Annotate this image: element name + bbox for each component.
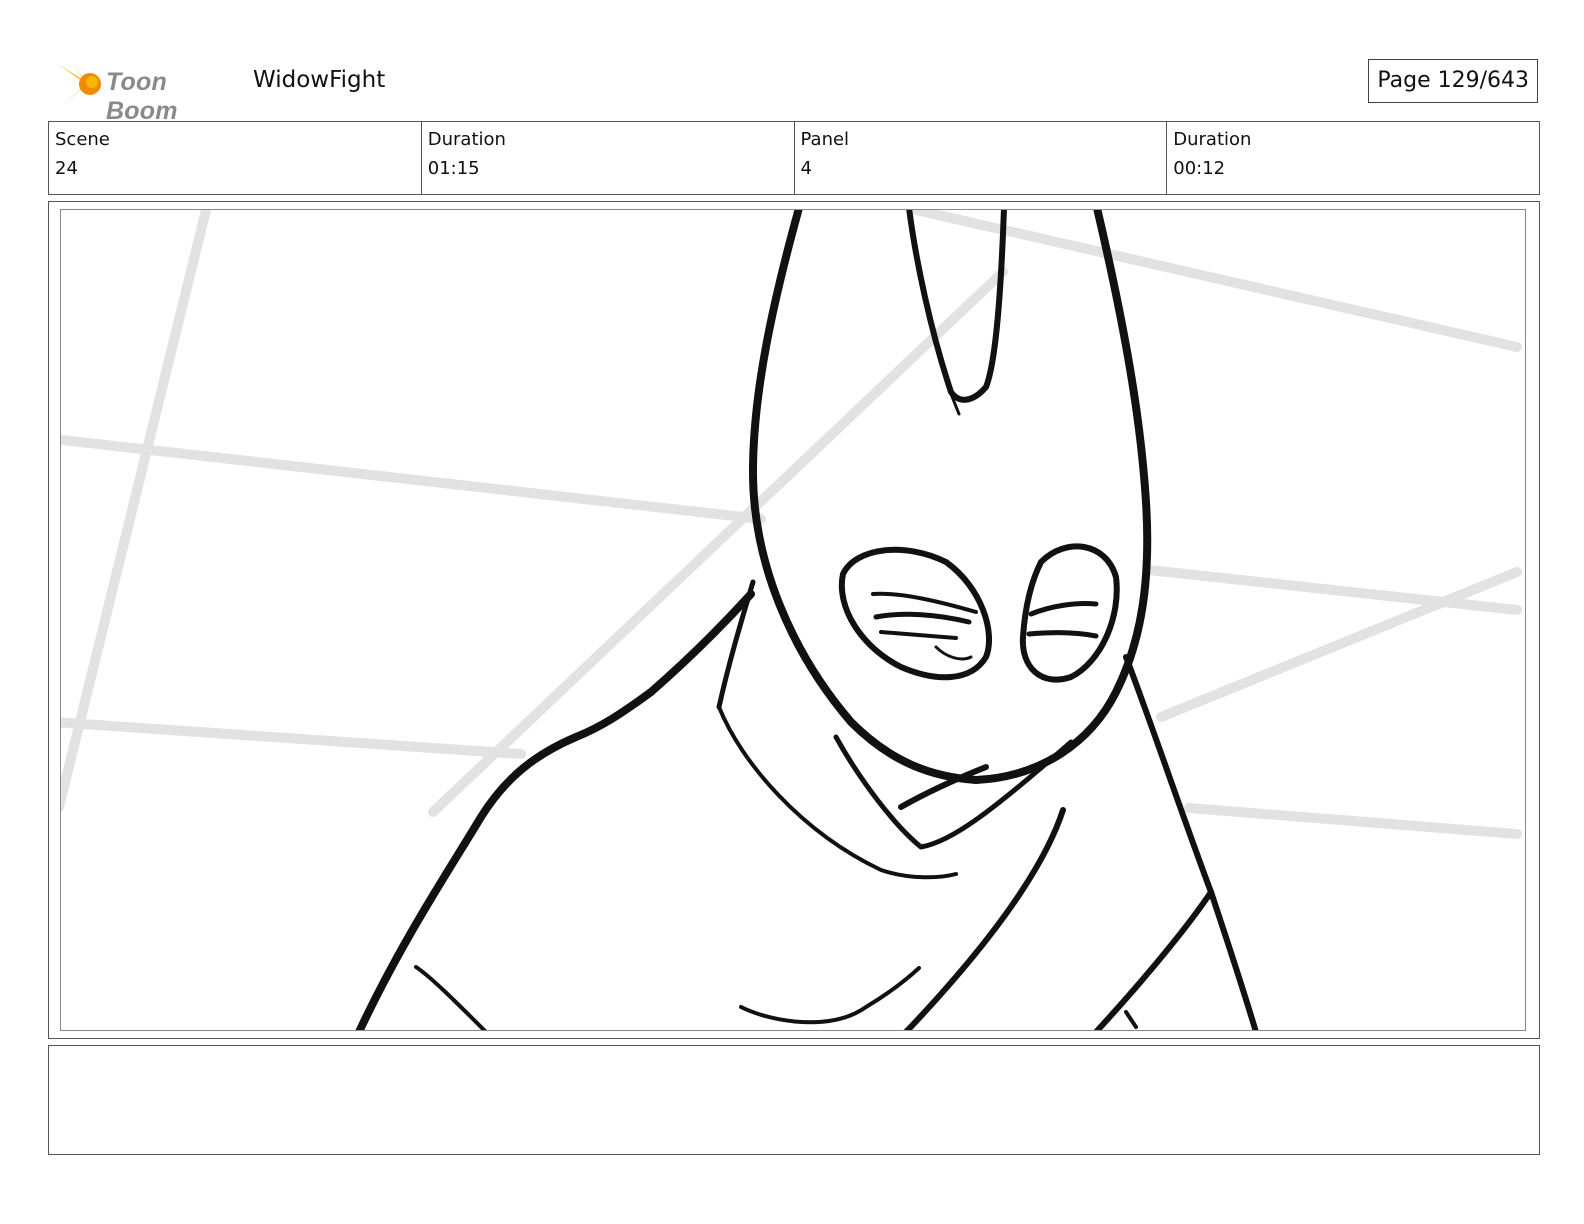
right-brow xyxy=(1028,601,1099,617)
project-title: WidowFight xyxy=(253,67,386,93)
panel-notes xyxy=(48,1045,1540,1155)
right-eye xyxy=(1026,630,1099,639)
left-shoulder xyxy=(355,590,755,1030)
scene-value: 24 xyxy=(55,158,78,179)
guide-line xyxy=(428,267,1008,817)
guide-line xyxy=(911,210,1522,352)
logo-text: Toon Boom xyxy=(106,68,178,125)
right-side xyxy=(1208,889,1259,1030)
panel-image xyxy=(60,209,1526,1031)
toon-boom-logo: Toon Boom xyxy=(52,58,242,125)
hood-outline xyxy=(749,210,1152,784)
guide-line xyxy=(61,210,211,812)
right-arm-detail xyxy=(1124,1010,1138,1029)
panel-value: 4 xyxy=(800,158,812,179)
panel-duration-value: 00:12 xyxy=(1173,158,1226,179)
left-brow xyxy=(871,591,978,614)
guide-line xyxy=(1184,803,1522,839)
left-arm-line xyxy=(414,965,487,1030)
panel-duration-label: Duration xyxy=(1173,129,1252,150)
panel-frame xyxy=(48,201,1540,1039)
chest-curve xyxy=(739,966,921,1025)
left-eye xyxy=(879,630,958,640)
guide-line xyxy=(61,434,766,524)
panel-label: Panel xyxy=(800,129,850,150)
starburst-icon xyxy=(52,60,101,106)
scene-duration-cell: Duration 01:15 xyxy=(422,122,795,194)
collar-left xyxy=(717,705,958,880)
page-number: Page 129/643 xyxy=(1368,59,1538,103)
guide-line xyxy=(61,717,526,759)
left-eye-crease xyxy=(934,645,973,661)
scene-duration-value: 01:15 xyxy=(427,158,480,179)
right-arm xyxy=(1093,889,1214,1030)
sketch-drawing xyxy=(61,210,1522,1030)
collar-front xyxy=(833,734,1074,850)
scene-cell: Scene 24 xyxy=(49,122,422,194)
scene-label: Scene xyxy=(55,129,110,150)
panel-cell: Panel 4 xyxy=(795,122,1168,194)
storyboard-header: Toon Boom WidowFight Page 129/643 xyxy=(48,54,1538,125)
left-eye-lid xyxy=(873,611,972,625)
panel-duration-cell: Duration 00:12 xyxy=(1167,122,1539,194)
scene-duration-label: Duration xyxy=(427,129,506,150)
scene-info-table: Scene 24 Duration 01:15 Panel 4 Duration… xyxy=(48,121,1540,195)
hood-notch xyxy=(906,210,1007,403)
neck-right xyxy=(1123,654,1214,895)
